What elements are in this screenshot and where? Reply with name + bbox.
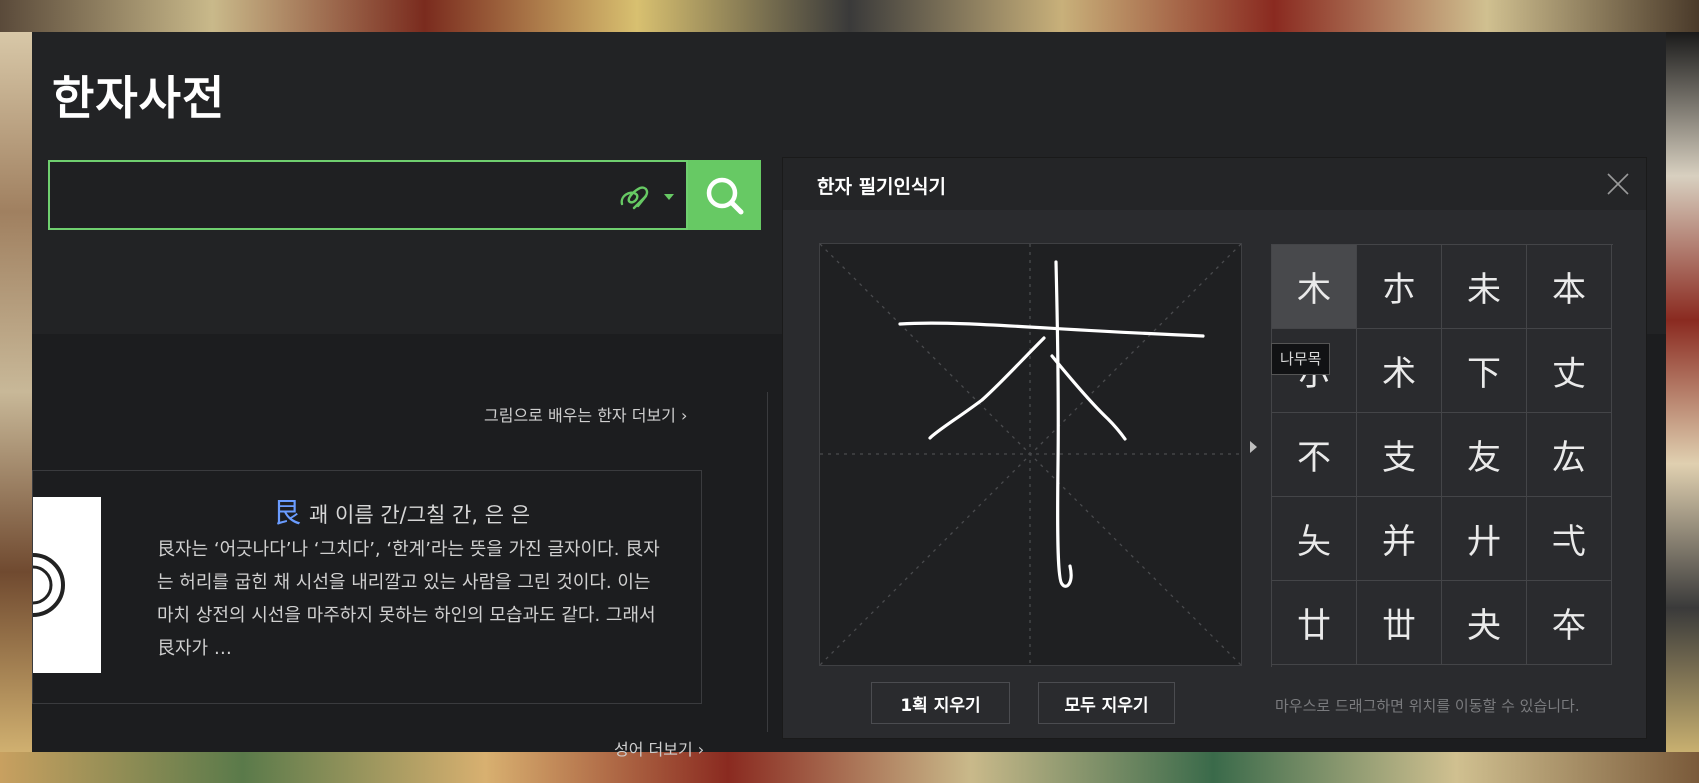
candidate-char[interactable]: 弌 [1527,497,1612,581]
canvas-guide-and-strokes [819,243,1242,666]
candidate-char[interactable]: 并 [1357,497,1442,581]
candidate-char[interactable]: 不 [1272,413,1357,497]
close-button[interactable] [1602,168,1634,200]
handwriting-recognizer-panel[interactable]: 한자 필기인식기 木朩未本朩术下丈不支友厷夨并廾弌廿丗夬夲 [782,157,1647,739]
candidate-char[interactable]: 夬 [1442,581,1527,665]
chevron-down-icon [664,194,674,200]
search-button[interactable] [688,160,761,230]
candidate-tooltip: 나무목 [1271,343,1331,375]
arrow-right-icon [1250,441,1257,453]
candidate-char[interactable]: 厷 [1527,413,1612,497]
featured-hanja-card: 艮괘 이름 간/그칠 간, 은 은 艮자는 ‘어긋나다’나 ‘그치다’, ‘한계… [32,470,702,704]
featured-char-link[interactable]: 艮 [273,496,301,529]
handwriting-pen-icon [620,186,674,210]
handwriting-toggle-button[interactable] [616,180,682,214]
candidate-char[interactable]: 友 [1442,413,1527,497]
search-input[interactable] [60,172,604,220]
candidate-char[interactable]: 夨 [1272,497,1357,581]
hanja-illustration [33,497,101,673]
magnifier-icon [706,177,744,215]
column-divider [767,392,768,732]
candidate-char[interactable]: 丗 [1357,581,1442,665]
page-title: 한자사전 [52,71,226,125]
candidate-char[interactable]: 木 [1272,245,1357,329]
chevron-right-icon: › [697,740,705,759]
candidate-char[interactable]: 丈 [1527,329,1612,413]
clear-all-button[interactable]: 모두 지우기 [1038,682,1175,724]
close-icon [1607,173,1629,195]
candidate-char[interactable]: 朩 [1357,245,1442,329]
candidate-grid: 木朩未本朩术下丈不支友厷夨并廾弌廿丗夬夲 [1271,244,1613,667]
candidate-char[interactable]: 廾 [1442,497,1527,581]
chevron-right-icon: › [681,406,688,425]
candidate-char[interactable]: 术 [1357,329,1442,413]
idiom-more-link[interactable]: 성어 더보기 › [614,736,704,760]
panel-header[interactable]: 한자 필기인식기 [783,158,1646,210]
featured-headline: 艮괘 이름 간/그칠 간, 은 은 [273,496,531,529]
clear-one-stroke-button[interactable]: 1획 지우기 [871,682,1010,724]
candidate-char[interactable]: 支 [1357,413,1442,497]
picture-hanja-more-link[interactable]: 그림으로 배우는 한자 더보기 › [484,402,687,426]
drawing-canvas[interactable] [819,243,1242,666]
candidate-char[interactable]: 廿 [1272,581,1357,665]
featured-description: 艮자는 ‘어긋나다’나 ‘그치다’, ‘한계’라는 뜻을 가진 글자이다. 艮자… [157,539,660,659]
search-bar [48,160,688,230]
drag-hint: 마우스로 드래그하면 위치를 이동할 수 있습니다. [1275,697,1580,715]
candidate-char[interactable]: 夲 [1527,581,1612,665]
panel-title: 한자 필기인식기 [817,176,946,198]
candidate-char[interactable]: 本 [1527,245,1612,329]
candidate-char[interactable]: 未 [1442,245,1527,329]
candidate-char[interactable]: 下 [1442,329,1527,413]
